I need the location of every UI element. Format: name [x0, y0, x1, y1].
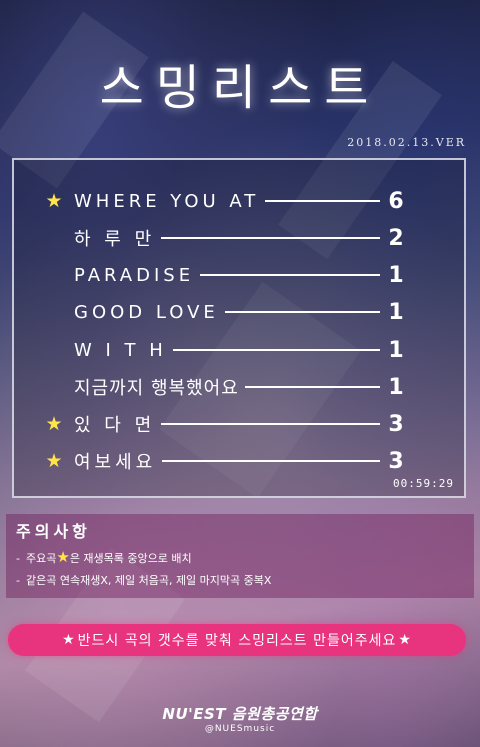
- play-count: 3: [388, 411, 404, 437]
- poster: 스밍리스트 2018.02.13.VER ★ WHERE YOU AT 6 하 …: [0, 0, 480, 747]
- note-line: - 주요곡★은 재생목록 중앙으로 배치: [16, 548, 192, 566]
- playlist-row: ★ 여보세요 3: [45, 446, 404, 476]
- play-count: 6: [388, 188, 404, 214]
- leader-line: [244, 386, 380, 388]
- star-icon: ★: [56, 548, 70, 566]
- leader-line: [161, 237, 380, 239]
- version-label: 2018.02.13.VER: [347, 136, 466, 149]
- reminder-banner: ★ 반드시 곡의 갯수를 맞춰 스밍리스트 만들어주세요 ★: [8, 624, 466, 656]
- song-name: 지금까지 행복했어요: [74, 378, 239, 399]
- playlist-box: ★ WHERE YOU AT 6 하 루 만 2 PARADISE 1 GOOD…: [12, 158, 466, 498]
- song-name: 있 다 면: [74, 415, 156, 436]
- footer-logo: NU'EST 음원총공연합 @NUESmusic: [0, 703, 480, 734]
- total-duration: 00:59:29: [393, 477, 454, 490]
- play-count: 1: [388, 337, 404, 363]
- note-text: 은 재생목록 중앙으로 배치: [69, 552, 192, 565]
- song-name: PARADISE: [74, 264, 195, 286]
- logo-handle: @NUESmusic: [204, 724, 276, 734]
- song-name: GOOD LOVE: [74, 301, 219, 323]
- note-text: 주요곡: [25, 552, 57, 565]
- playlist-row: GOOD LOVE 1: [74, 297, 404, 327]
- leader-line: [161, 423, 380, 425]
- leader-line: [224, 311, 380, 313]
- song-name: W I T H: [74, 339, 167, 361]
- play-count: 2: [388, 225, 404, 251]
- playlist-row: PARADISE 1: [74, 260, 404, 290]
- playlist-row: ★ WHERE YOU AT 6: [45, 186, 404, 216]
- banner-text: 반드시 곡의 갯수를 맞춰 스밍리스트 만들어주세요: [77, 633, 397, 649]
- star-icon: ★: [45, 413, 63, 435]
- song-name: 여보세요: [74, 452, 157, 473]
- bullet-dash: -: [16, 552, 20, 565]
- playlist-row: 지금까지 행복했어요 1: [74, 372, 404, 402]
- song-name: 하 루 만: [74, 229, 156, 250]
- leader-line: [162, 460, 380, 462]
- logo-brand: NU'EST 음원총공연합: [162, 705, 318, 723]
- leader-line: [172, 349, 380, 351]
- leader-line: [200, 274, 380, 276]
- note-text: 같은곡 연속재생X, 제일 처음곡, 제일 마지막곡 중복X: [25, 574, 272, 587]
- note-line: - 같은곡 연속재생X, 제일 처음곡, 제일 마지막곡 중복X: [16, 572, 271, 588]
- bullet-dash: -: [16, 574, 20, 587]
- star-icon: ★: [45, 450, 63, 472]
- playlist-row: 하 루 만 2: [74, 223, 404, 253]
- leader-line: [265, 200, 380, 202]
- star-icon: ★: [45, 190, 63, 212]
- play-count: 1: [388, 374, 404, 400]
- play-count: 1: [388, 299, 404, 325]
- star-icon: ★: [398, 632, 412, 648]
- play-count: 3: [388, 448, 404, 474]
- song-name: WHERE YOU AT: [74, 190, 260, 212]
- star-icon: ★: [62, 632, 76, 648]
- play-count: 1: [388, 262, 404, 288]
- playlist-row: W I T H 1: [74, 335, 404, 365]
- playlist-row: ★ 있 다 면 3: [45, 409, 404, 439]
- page-title: 스밍리스트: [99, 60, 381, 116]
- notes-panel: 주의사항 - 주요곡★은 재생목록 중앙으로 배치 - 같은곡 연속재생X, 제일 …: [6, 514, 474, 598]
- notes-title: 주의사항: [16, 522, 91, 541]
